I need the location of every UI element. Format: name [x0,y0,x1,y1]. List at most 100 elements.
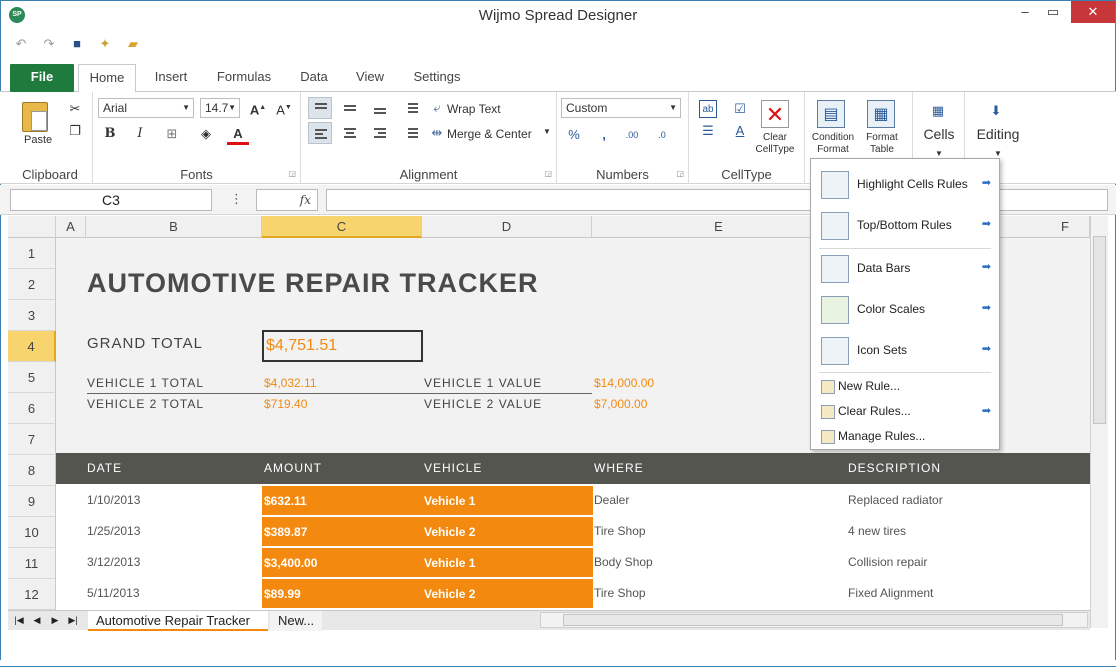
column-header[interactable]: C [262,216,422,238]
name-box[interactable]: C3 [10,189,212,211]
table-cell[interactable]: Fixed Alignment [848,586,933,600]
italic-icon[interactable]: I [129,123,151,145]
condition-format-button[interactable]: Condition Format [807,132,859,156]
horizontal-scrollbar[interactable] [540,612,1088,628]
font-color-icon[interactable]: A [227,123,249,145]
row-header[interactable]: 5 [8,362,56,393]
next-sheet-icon[interactable]: ▶ [48,613,62,627]
row-header[interactable]: 9 [8,486,56,517]
row-header[interactable]: 1 [8,238,56,269]
paste-label[interactable]: Paste [24,134,52,146]
table-cell[interactable]: 4 new tires [848,524,906,538]
hyperlink-celltype-icon[interactable]: A [731,122,749,140]
table-cell[interactable]: $3,400.00 [264,556,317,570]
increase-font-icon[interactable]: A▲ [247,97,269,119]
percent-icon[interactable]: % [563,124,585,146]
table-cell[interactable]: Vehicle 1 [424,494,475,508]
wrap-text-label[interactable]: Wrap Text [447,102,501,116]
table-cell[interactable]: 5/11/2013 [87,586,140,600]
row-header[interactable]: 6 [8,393,56,424]
comma-icon[interactable]: , [593,124,615,146]
row-header[interactable]: 7 [8,424,56,455]
column-header[interactable]: A [56,216,86,238]
list-celltype-icon[interactable]: ☰ [699,122,717,140]
editing-icon[interactable]: ⬇ [987,102,1005,120]
minimize-button[interactable]: – [1011,1,1039,23]
scroll-thumb[interactable] [563,614,1063,626]
cells-button[interactable]: Cells [913,127,965,141]
outdent-icon[interactable] [398,122,422,144]
grand-total-cell[interactable]: $4,751.51 [262,330,423,362]
align-middle-icon[interactable] [338,97,362,119]
align-right-icon[interactable] [368,122,392,144]
indent-icon[interactable] [398,97,422,119]
tab-data[interactable]: Data [294,64,334,92]
save-icon[interactable]: ■ [68,35,86,53]
tab-home[interactable]: Home [78,64,136,93]
close-button[interactable]: ✕ [1071,1,1115,23]
vertical-scrollbar[interactable] [1090,216,1108,628]
column-header[interactable]: B [86,216,262,238]
table-cell[interactable]: Dealer [594,493,629,507]
open-folder-icon[interactable]: ▰ [124,35,142,53]
table-cell[interactable]: Replaced radiator [848,493,943,507]
row-header[interactable]: 12 [8,579,56,610]
condition-format-icon[interactable]: ▤ [817,100,845,128]
increase-decimal-icon[interactable]: .00 [621,124,643,146]
table-cell[interactable]: $89.99 [264,587,301,601]
cells-icon[interactable]: ▦ [929,102,947,120]
editing-button[interactable]: Editing [965,127,1031,141]
maximize-button[interactable]: ▭ [1039,1,1067,23]
menu-item-manage-rules[interactable]: Manage Rules... [811,425,999,449]
launcher-icon[interactable]: ◲ [676,169,684,178]
clear-celltype-label[interactable]: Clear CellType [753,132,797,156]
table-cell[interactable]: Tire Shop [594,524,646,538]
last-sheet-icon[interactable]: ▶| [66,613,80,627]
prev-sheet-icon[interactable]: ◀ [30,613,44,627]
copy-icon[interactable]: ❐ [66,122,84,140]
table-cell[interactable]: Body Shop [594,555,653,569]
font-size-select[interactable]: 14.7 ▼ [200,98,240,118]
table-cell[interactable]: 1/10/2013 [87,493,140,507]
table-cell[interactable]: Vehicle 1 [424,556,475,570]
table-cell[interactable]: 1/25/2013 [87,524,140,538]
launcher-icon[interactable]: ◲ [288,169,296,178]
checkbox-celltype-icon[interactable]: ☑ [731,100,749,118]
tab-file[interactable]: File [10,64,74,92]
format-table-button[interactable]: Format Table [859,132,905,156]
wrap-text-icon[interactable]: ⤶ [428,99,446,117]
tab-insert[interactable]: Insert [146,64,196,92]
textbox-celltype-icon[interactable]: ab [699,100,717,118]
menu-item-new-rule[interactable]: New Rule... [811,375,999,399]
table-cell[interactable]: 3/12/2013 [87,555,140,569]
first-sheet-icon[interactable]: |◀ [12,613,26,627]
tab-view[interactable]: View [350,64,390,92]
launcher-icon[interactable]: ◲ [544,169,552,178]
menu-item-icon-sets[interactable]: Icon Sets ➡ [811,331,999,371]
fill-color-icon[interactable]: ◈ [195,123,217,145]
scroll-thumb[interactable] [1093,236,1106,424]
number-format-select[interactable]: Custom ▼ [561,98,681,118]
menu-item-data-bars[interactable]: Data Bars ➡ [811,249,999,289]
decrease-font-icon[interactable]: A▼ [273,97,295,119]
menu-item-clear-rules[interactable]: Clear Rules... ➡ [811,400,999,424]
table-cell[interactable]: $632.11 [264,494,307,508]
row-header[interactable]: 3 [8,300,56,331]
menu-item-top-bottom[interactable]: Top/Bottom Rules ➡ [811,206,999,246]
borders-icon[interactable]: ⊞ [161,123,183,145]
paste-icon[interactable] [22,102,48,132]
align-top-icon[interactable] [308,97,332,119]
sheet-tab-active[interactable]: Automotive Repair Tracker [88,611,268,631]
align-center-icon[interactable] [338,122,362,144]
table-cell[interactable]: $389.87 [264,525,307,539]
cut-icon[interactable]: ✂ [66,100,84,118]
select-all-corner[interactable] [8,216,56,238]
new-file-icon[interactable]: ✦ [96,35,114,53]
merge-icon[interactable]: ⇹ [428,124,446,142]
chevron-down-icon[interactable]: ▼ [543,127,551,136]
row-header[interactable]: 2 [8,269,56,300]
redo-icon[interactable]: ↷ [40,35,58,53]
font-name-select[interactable]: Arial ▼ [98,98,194,118]
row-header[interactable]: 11 [8,548,56,579]
column-header[interactable]: D [422,216,592,238]
